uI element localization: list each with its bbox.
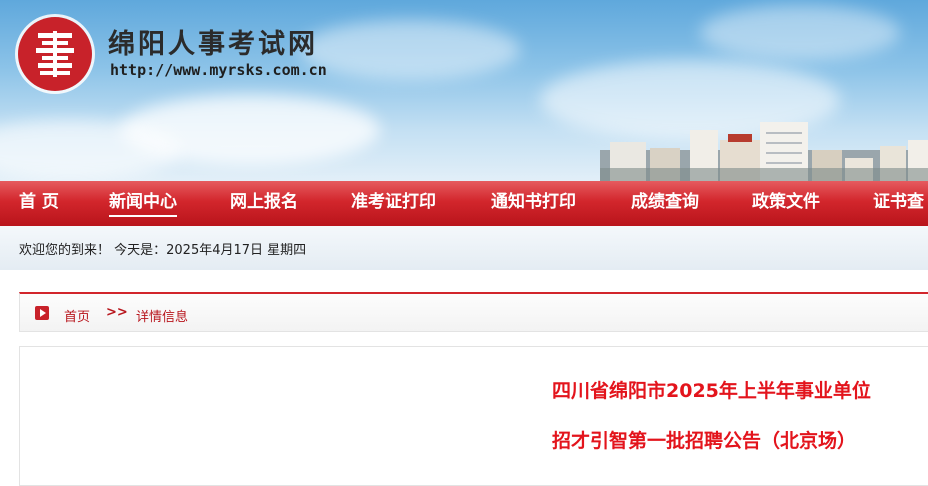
- welcome-bar: 欢迎您的到来！ 今天是：2025年4月17日 星期四: [0, 226, 928, 270]
- welcome-text: 欢迎您的到来！ 今天是：2025年4月17日 星期四: [19, 243, 307, 258]
- site-title: 绵阳人事考试网: [108, 29, 318, 60]
- nav-item-home[interactable]: 首 页: [19, 181, 59, 226]
- article-container: [19, 346, 928, 486]
- article-title-continued: 招才引智第一批招聘公告（北京场）: [552, 430, 857, 452]
- seal-logo-icon[interactable]: [18, 17, 92, 91]
- nav-item-admission-ticket-print[interactable]: 准考证打印: [351, 181, 436, 226]
- nav-item-notice-print[interactable]: 通知书打印: [491, 181, 576, 226]
- main-nav: 首 页 新闻中心 网上报名 准考证打印 通知书打印 成绩查询 政策文件 证书查: [0, 181, 928, 226]
- breadcrumb-home-link[interactable]: 首页: [64, 306, 90, 325]
- nav-item-news-center[interactable]: 新闻中心: [109, 181, 177, 226]
- article-title: 四川省绵阳市2025年上半年事业单位: [552, 380, 871, 402]
- breadcrumb-current: 详情信息: [136, 310, 189, 325]
- nav-item-certificate-query[interactable]: 证书查: [873, 181, 924, 226]
- nav-item-policy-documents[interactable]: 政策文件: [752, 181, 820, 226]
- breadcrumb-separator: >>: [106, 305, 128, 320]
- nav-item-online-registration[interactable]: 网上报名: [230, 181, 298, 226]
- site-header: 绵阳人事考试网 http://www.myrsks.com.cn: [0, 0, 928, 181]
- nav-item-score-query[interactable]: 成绩查询: [631, 181, 699, 226]
- site-url: http://www.myrsks.com.cn: [110, 61, 327, 79]
- play-icon: [35, 306, 49, 320]
- breadcrumb: 首页 >> 详情信息: [19, 292, 928, 332]
